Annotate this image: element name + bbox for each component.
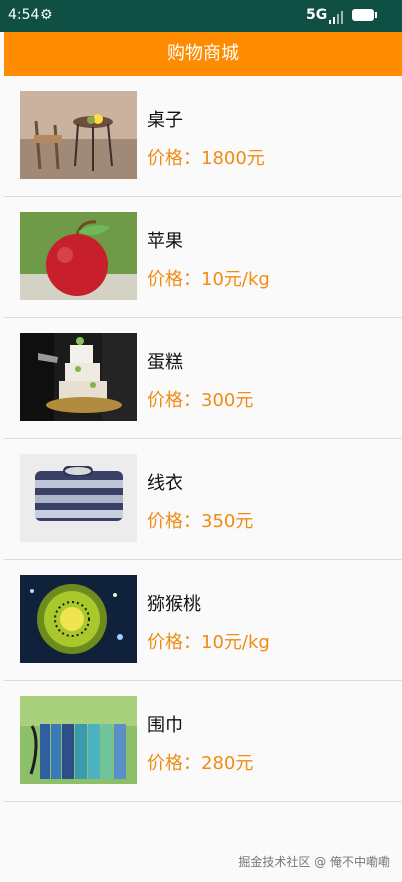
list-item[interactable]: 桌子 价格：1800元 xyxy=(4,76,402,197)
product-price: 价格：350元 xyxy=(147,511,254,532)
product-name: 猕猴桃 xyxy=(147,594,201,615)
product-price: 价格：300元 xyxy=(147,390,254,411)
product-price: 价格：10元/kg xyxy=(147,632,270,653)
cake-photo xyxy=(20,333,137,421)
scarf-photo xyxy=(20,696,137,784)
product-name: 桌子 xyxy=(147,110,183,131)
table-photo xyxy=(20,91,137,179)
status-time: 4:54 xyxy=(8,7,40,23)
product-price: 价格：280元 xyxy=(147,753,254,774)
sweater-photo xyxy=(20,454,137,542)
product-price: 价格：1800元 xyxy=(147,148,265,169)
battery-icon xyxy=(352,9,377,21)
list-item[interactable]: 围巾 价格：280元 xyxy=(4,681,402,802)
network-type: 5G xyxy=(306,7,328,23)
signal-icon xyxy=(329,11,343,24)
product-name: 苹果 xyxy=(147,231,183,252)
apple-photo xyxy=(20,212,137,300)
kiwi-photo xyxy=(20,575,137,663)
list-item[interactable]: 猕猴桃 价格：10元/kg xyxy=(4,560,402,681)
status-bar: 4:54 ⚙ 5G xyxy=(0,0,402,32)
watermark: 掘金技术社区 @ 俺不中嘞嘞 xyxy=(238,855,390,869)
product-name: 围巾 xyxy=(147,715,183,736)
list-item[interactable]: 蛋糕 价格：300元 xyxy=(4,318,402,439)
product-name: 蛋糕 xyxy=(147,352,183,373)
gear-icon: ⚙ xyxy=(40,7,53,23)
product-price: 价格：10元/kg xyxy=(147,269,270,290)
list-item[interactable]: 苹果 价格：10元/kg xyxy=(4,197,402,318)
app-title-bar: 购物商城 xyxy=(4,32,402,76)
page-title: 购物商城 xyxy=(167,43,239,64)
list-item[interactable]: 线衣 价格：350元 xyxy=(4,439,402,560)
product-name: 线衣 xyxy=(147,473,183,494)
product-list: 桌子 价格：1800元 苹果 价格：10元/kg 蛋糕 价格：300元 线衣 价… xyxy=(4,76,402,802)
